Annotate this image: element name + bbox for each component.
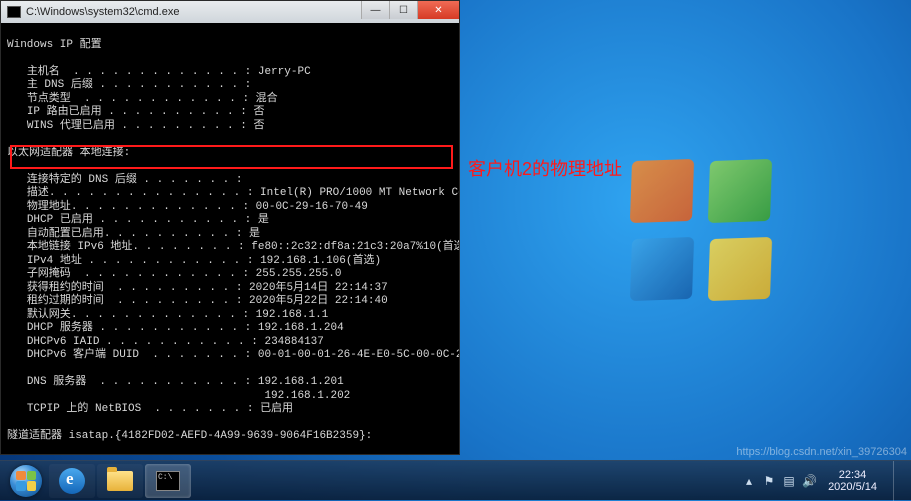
watermark: https://blog.csdn.net/xin_39726304 (736, 446, 907, 458)
close-button[interactable]: ✕ (417, 1, 459, 19)
physical-address-value: 00-0C-29-16-70-49 (256, 201, 368, 213)
terminal-output[interactable]: Windows IP 配置 主机名 . . . . . . . . . . . … (1, 23, 459, 454)
maximize-button[interactable]: ☐ (389, 1, 417, 19)
show-desktop-button[interactable] (893, 461, 903, 501)
cmd-title-icon (7, 6, 21, 18)
cmd-icon (156, 471, 180, 491)
taskbar-item-explorer[interactable] (97, 464, 143, 498)
tunnel-adapter-header: 隧道适配器 isatap.{4182FD02-AEFD-4A99-9639-90… (7, 430, 372, 442)
system-tray: ▴ ⚑ ▤ 🔊 22:34 2020/5/14 (742, 461, 907, 501)
ipconfig-header: Windows IP 配置 (7, 39, 102, 51)
title-bar[interactable]: C:\Windows\system32\cmd.exe — ☐ ✕ (1, 1, 459, 23)
window-title: C:\Windows\system32\cmd.exe (26, 6, 179, 18)
annotation-label: 客户机2的物理地址 (468, 155, 622, 181)
eth-adapter-header: 以太网适配器 本地连接: (7, 147, 130, 159)
taskbar: ▴ ⚑ ▤ 🔊 22:34 2020/5/14 (0, 460, 911, 500)
taskbar-item-ie[interactable] (49, 464, 95, 498)
clock-date: 2020/5/14 (828, 481, 877, 493)
tray-chevron-up-icon[interactable]: ▴ (742, 474, 756, 488)
start-button[interactable] (4, 463, 48, 499)
minimize-button[interactable]: — (361, 1, 389, 19)
action-center-icon[interactable]: ⚑ (762, 474, 776, 488)
taskbar-clock[interactable]: 22:34 2020/5/14 (822, 469, 883, 493)
network-icon[interactable]: ▤ (782, 474, 796, 488)
physical-address-label: 物理地址 (27, 201, 71, 213)
cmd-window: C:\Windows\system32\cmd.exe — ☐ ✕ Window… (0, 0, 460, 455)
start-orb-icon (10, 465, 42, 497)
internet-explorer-icon (59, 468, 85, 494)
taskbar-item-cmd[interactable] (145, 464, 191, 498)
clock-time: 22:34 (828, 469, 877, 481)
folder-icon (107, 471, 133, 491)
windows-logo-icon (631, 160, 771, 300)
volume-icon[interactable]: 🔊 (802, 474, 816, 488)
